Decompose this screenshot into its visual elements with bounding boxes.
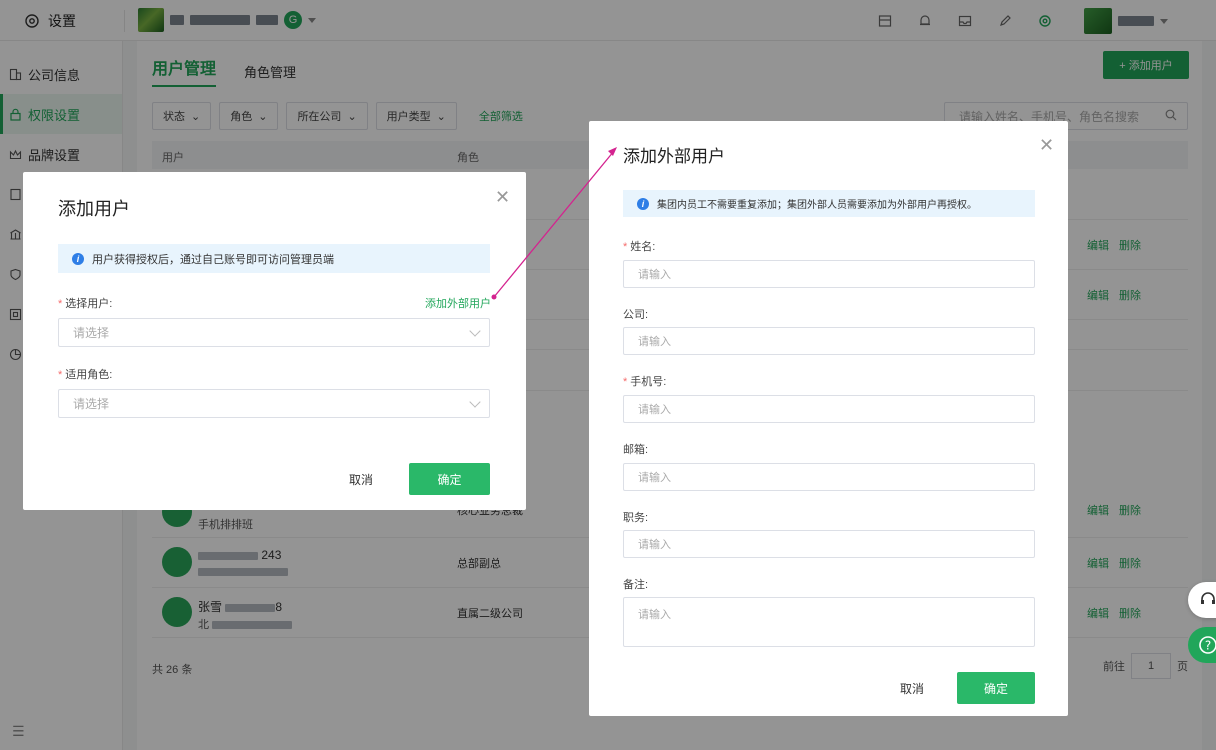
svg-text:?: ? — [1205, 639, 1211, 653]
customer-service-icon[interactable] — [1188, 582, 1216, 618]
help-icon[interactable]: ? — [1188, 627, 1216, 663]
annotation-arrow — [491, 147, 617, 300]
